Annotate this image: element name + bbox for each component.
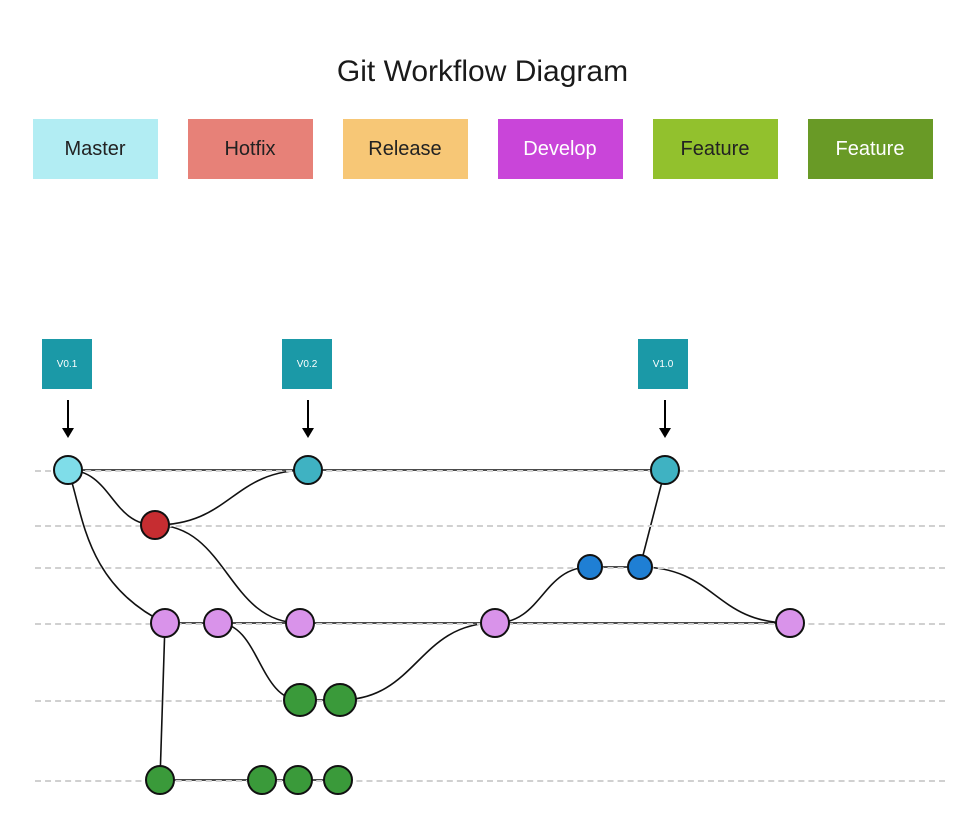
commit-node-d3 — [285, 608, 315, 638]
legend-hotfix: Hotfix — [188, 119, 313, 179]
connector — [495, 567, 590, 623]
version-tag-1: V0.2 — [282, 339, 332, 389]
legend-release: Release — [343, 119, 468, 179]
commit-node-d5 — [775, 608, 805, 638]
diagram-area — [0, 445, 965, 815]
legend-master: Master — [33, 119, 158, 179]
lane-line — [35, 700, 945, 702]
commit-node-d4 — [480, 608, 510, 638]
commit-node-f1b — [323, 683, 357, 717]
commit-node-r1 — [577, 554, 603, 580]
connector — [68, 470, 165, 623]
legend-develop: Develop — [498, 119, 623, 179]
version-tag-2: V1.0 — [638, 339, 688, 389]
version-tag-0: V0.1 — [42, 339, 92, 389]
commit-node-f2c — [283, 765, 313, 795]
lane-line — [35, 525, 945, 527]
page-title: Git Workflow Diagram — [0, 55, 965, 89]
commit-node-f2d — [323, 765, 353, 795]
commit-node-f2a — [145, 765, 175, 795]
commit-node-d2 — [203, 608, 233, 638]
commit-node-m1 — [53, 455, 83, 485]
commit-node-f2b — [247, 765, 277, 795]
commit-node-m2 — [293, 455, 323, 485]
legend-feature-b: Feature — [808, 119, 933, 179]
commit-node-f1a — [283, 683, 317, 717]
connector — [155, 470, 308, 525]
connector — [640, 567, 790, 623]
commit-node-m3 — [650, 455, 680, 485]
connector — [155, 525, 300, 623]
legend-feature-a: Feature — [653, 119, 778, 179]
tag-arrow-icon — [659, 400, 671, 438]
commit-node-d1 — [150, 608, 180, 638]
legend-row: Master Hotfix Release Develop Feature Fe… — [0, 119, 965, 179]
lane-line — [35, 470, 945, 472]
tag-arrow-icon — [62, 400, 74, 438]
connector — [340, 623, 495, 700]
lane-line — [35, 567, 945, 569]
commit-node-h1 — [140, 510, 170, 540]
commit-node-r2 — [627, 554, 653, 580]
tag-arrow-icon — [302, 400, 314, 438]
